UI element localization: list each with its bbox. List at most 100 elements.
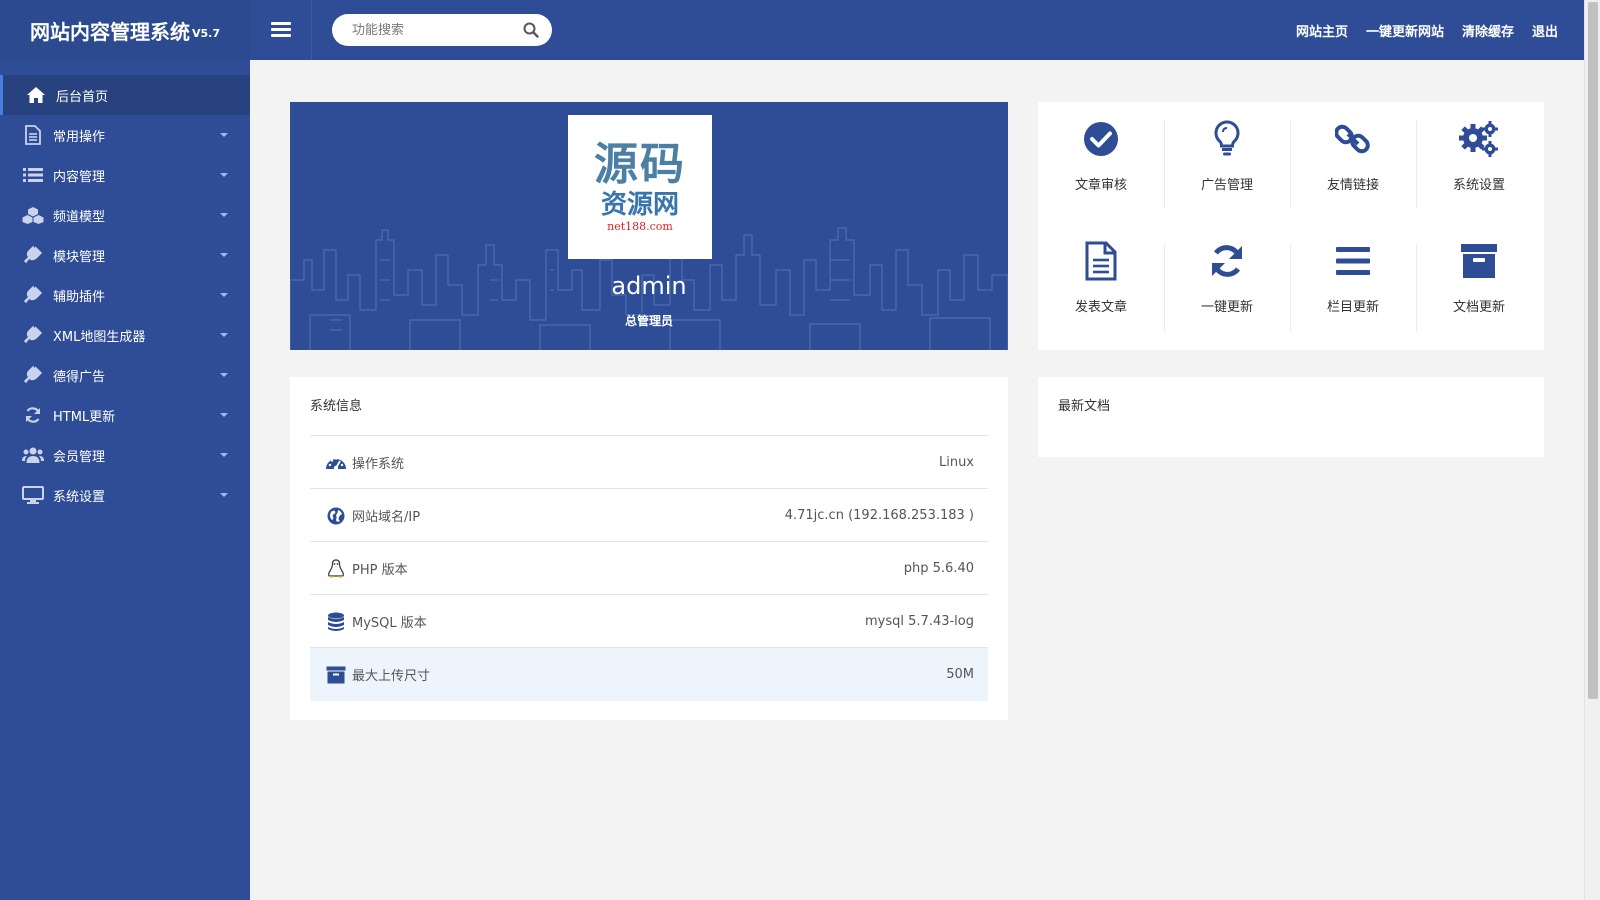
- info-label: MySQL 版本: [352, 616, 427, 631]
- document-icon: [1080, 240, 1122, 282]
- search-input[interactable]: [352, 22, 522, 38]
- logo-line3: net188.com: [607, 220, 673, 233]
- site-logo: 源码 资源网 net188.com: [568, 115, 712, 259]
- cubes-icon: [22, 205, 44, 225]
- shortcut-label: 系统设置: [1452, 178, 1505, 193]
- logout-link[interactable]: 退出: [1532, 21, 1558, 40]
- sidebar-item-label: 内容管理: [53, 169, 106, 185]
- bars-icon: [1332, 240, 1374, 282]
- info-value: 4.71jc.cn (192.168.253.183 ): [784, 508, 974, 523]
- archive-icon: [1458, 240, 1500, 282]
- chevron-down-icon: [220, 253, 228, 257]
- brand-name: 网站内容管理系统: [30, 19, 190, 44]
- info-value: php 5.6.40: [903, 561, 974, 576]
- shortcut-publish-article[interactable]: 发表文章: [1038, 224, 1164, 330]
- sidebar-item-label: HTML更新: [53, 409, 116, 425]
- chevron-down-icon: [220, 493, 228, 497]
- lightbulb-icon: [1206, 118, 1248, 160]
- sidebar-item-home[interactable]: 后台首页: [0, 75, 250, 115]
- database-icon: [324, 611, 348, 633]
- shortcut-article-review[interactable]: 文章审核: [1038, 102, 1164, 208]
- sidebar-item-label: XML地图生成器: [53, 329, 146, 345]
- sidebar-item-plugins[interactable]: 辅助插件: [0, 275, 250, 315]
- gears-icon: [1458, 118, 1500, 160]
- shortcut-column-update[interactable]: 栏目更新: [1290, 224, 1416, 330]
- sidebar-item-channel-model[interactable]: 频道模型: [0, 195, 250, 235]
- shortcut-label: 发表文章: [1074, 300, 1127, 315]
- info-label: 网站域名/IP: [352, 510, 421, 525]
- chevron-down-icon: [220, 333, 228, 337]
- menu-toggle-button[interactable]: [250, 0, 312, 60]
- info-value: mysql 5.7.43-log: [865, 614, 974, 629]
- search-icon[interactable]: [522, 21, 540, 39]
- sidebar-item-xml-sitemap[interactable]: XML地图生成器: [0, 315, 250, 355]
- sidebar-item-modules[interactable]: 模块管理: [0, 235, 250, 275]
- info-label: 最大上传尺寸: [352, 669, 431, 684]
- list-icon: [22, 165, 44, 185]
- shortcut-label: 一键更新: [1200, 300, 1253, 315]
- chevron-down-icon: [220, 173, 228, 177]
- sidebar-item-label: 常用操作: [53, 129, 106, 145]
- clear-cache-link[interactable]: 清除缓存: [1462, 21, 1514, 40]
- site-home-link[interactable]: 网站主页: [1296, 21, 1348, 40]
- chevron-down-icon: [220, 293, 228, 297]
- refresh-icon: [22, 405, 44, 425]
- monitor-icon: [22, 485, 44, 505]
- info-row-php: PHP 版本 php 5.6.40: [310, 541, 988, 595]
- chevron-down-icon: [220, 373, 228, 377]
- plug-icon: [22, 325, 44, 345]
- shortcut-friend-links[interactable]: 友情链接: [1290, 102, 1416, 208]
- panel-title: 系统信息: [310, 399, 363, 414]
- latest-documents-panel: 最新文档: [1038, 377, 1544, 457]
- sidebar-item-ads[interactable]: 德得广告: [0, 355, 250, 395]
- shortcut-one-click-update[interactable]: 一键更新: [1164, 224, 1290, 330]
- update-site-link[interactable]: 一键更新网站: [1366, 21, 1444, 40]
- home-icon: [25, 85, 47, 105]
- scrollbar-thumb[interactable]: [1588, 2, 1598, 699]
- sidebar: 后台首页 常用操作 内容管理 频道模型 模块管理 辅助插件 XML地图生成器 德…: [0, 60, 250, 900]
- shortcut-label: 文章审核: [1074, 178, 1127, 193]
- sidebar-item-label: 会员管理: [53, 449, 106, 465]
- sidebar-item-label: 频道模型: [53, 209, 106, 225]
- top-links: 网站主页 一键更新网站 清除缓存 退出: [1278, 0, 1558, 60]
- sidebar-item-label: 辅助插件: [53, 289, 106, 305]
- dashboard-icon: [324, 452, 348, 474]
- system-info-panel: 系统信息 操作系统 Linux 网站域名/IP 4.71jc.cn (192.1…: [290, 377, 1008, 720]
- shortcuts-panel: 文章审核 广告管理 友情链接 系统设置 发表文章 一键更新 栏目更新 文档更新: [1038, 102, 1544, 350]
- shortcut-label: 栏目更新: [1326, 300, 1379, 315]
- panel-title: 最新文档: [1058, 399, 1111, 414]
- vertical-scrollbar[interactable]: [1584, 0, 1600, 900]
- check-circle-icon: [1080, 118, 1122, 160]
- linux-icon: [324, 558, 348, 580]
- shortcut-label: 友情链接: [1326, 178, 1379, 193]
- hamburger-icon: [270, 22, 291, 38]
- shortcut-label: 广告管理: [1200, 178, 1253, 193]
- sidebar-item-label: 模块管理: [53, 249, 106, 265]
- sidebar-item-common-ops[interactable]: 常用操作: [0, 115, 250, 155]
- chevron-down-icon: [220, 453, 228, 457]
- logo-line1: 源码: [594, 139, 686, 190]
- info-value: Linux: [938, 455, 974, 470]
- search-box: [332, 14, 552, 46]
- shortcut-ad-management[interactable]: 广告管理: [1164, 102, 1290, 208]
- file-icon: [22, 125, 44, 145]
- shortcut-document-update[interactable]: 文档更新: [1416, 224, 1542, 330]
- plug-icon: [22, 245, 44, 265]
- info-row-os: 操作系统 Linux: [310, 435, 988, 489]
- users-icon: [22, 445, 44, 465]
- plug-icon: [22, 365, 44, 385]
- sidebar-item-system-settings[interactable]: 系统设置: [0, 475, 250, 515]
- shortcut-label: 文档更新: [1452, 300, 1505, 315]
- chevron-down-icon: [220, 213, 228, 217]
- sidebar-item-label: 德得广告: [53, 369, 106, 385]
- brand: 网站内容管理系统 V5.7: [0, 0, 250, 60]
- sidebar-item-content[interactable]: 内容管理: [0, 155, 250, 195]
- sidebar-item-label: 系统设置: [53, 489, 106, 505]
- sidebar-item-members[interactable]: 会员管理: [0, 435, 250, 475]
- globe-icon: [324, 505, 348, 527]
- shortcut-system-settings[interactable]: 系统设置: [1416, 102, 1542, 208]
- info-value: 50M: [946, 667, 974, 682]
- sidebar-item-html-update[interactable]: HTML更新: [0, 395, 250, 435]
- info-row-mysql: MySQL 版本 mysql 5.7.43-log: [310, 594, 988, 648]
- info-row-domain: 网站域名/IP 4.71jc.cn (192.168.253.183 ): [310, 488, 988, 542]
